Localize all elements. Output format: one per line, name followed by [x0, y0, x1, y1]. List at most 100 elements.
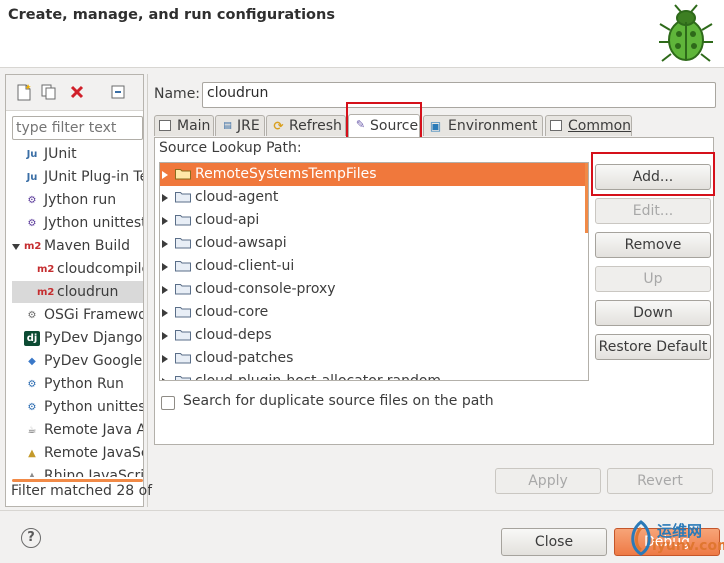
close-button[interactable]: Close — [501, 528, 607, 556]
expand-arrow-icon[interactable] — [162, 263, 168, 271]
junit-icon: Ju — [26, 149, 38, 160]
tree-item-junit-plugin[interactable]: Ju JUnit Plug-in Te — [6, 166, 143, 188]
tab-common[interactable]: Common — [545, 115, 632, 136]
source-lookup-list[interactable]: RemoteSystemsTempFiles cloud-agent cloud… — [159, 162, 589, 381]
list-item-cloud-patches[interactable]: cloud-patches — [160, 347, 588, 370]
list-item-cloud-awsapi[interactable]: cloud-awsapi — [160, 232, 588, 255]
junit-plugin-icon: Ju — [26, 172, 38, 183]
list-item-cloud-agent[interactable]: cloud-agent — [160, 186, 588, 209]
delete-icon[interactable] — [68, 83, 86, 101]
list-item-label: cloud-plugin-host-allocator-random — [195, 373, 442, 381]
osgi-icon: ⚙ — [27, 310, 37, 321]
tree-item-rhino[interactable]: ▲ Rhino JavaScri — [6, 465, 143, 477]
tab-label: Main — [177, 118, 211, 134]
tree-item-label: Remote Java A — [44, 422, 143, 438]
duplicate-icon[interactable] — [40, 83, 58, 101]
list-item-cloud-client-ui[interactable]: cloud-client-ui — [160, 255, 588, 278]
expand-arrow-icon[interactable] — [162, 194, 168, 202]
tree-item-label: Maven Build — [44, 238, 131, 254]
dialog-title: Create, manage, and run configurations — [8, 7, 335, 23]
rhino-icon: ▲ — [28, 471, 36, 477]
python-run-icon: ⚙ — [27, 379, 37, 390]
tree-item-maven-build[interactable]: m2 Maven Build — [6, 235, 143, 257]
maven-icon: m2 — [37, 264, 55, 275]
expand-arrow-icon[interactable] — [162, 286, 168, 294]
list-item-cloud-console-proxy[interactable]: cloud-console-proxy — [160, 278, 588, 301]
tree-item-label: OSGi Framewo — [44, 307, 143, 323]
common-tab-icon — [550, 120, 562, 131]
revert-button[interactable]: Revert — [607, 468, 713, 494]
filter-input[interactable] — [12, 116, 143, 140]
expand-arrow-icon[interactable] — [162, 309, 168, 317]
help-icon[interactable]: ? — [21, 528, 41, 548]
folder-icon — [175, 307, 191, 318]
dialog-footer: ? Close Debug — [0, 510, 724, 563]
folder-icon — [175, 192, 191, 203]
collapse-all-icon[interactable] — [109, 83, 127, 101]
up-button[interactable]: Up — [595, 266, 711, 292]
tab-label: Environment — [448, 118, 538, 134]
vertical-scrollbar[interactable] — [585, 163, 588, 233]
tab-refresh[interactable]: ⟳ Refresh — [266, 115, 346, 136]
remote-javascript-icon: ▲ — [28, 448, 36, 459]
expand-arrow-icon[interactable] — [162, 240, 168, 248]
tree-item-cloudrun[interactable]: m2 cloudrun — [12, 281, 143, 303]
restore-default-button[interactable]: Restore Default — [595, 334, 711, 360]
folder-icon — [175, 330, 191, 341]
tree-item-python-run[interactable]: ⚙ Python Run — [6, 373, 143, 395]
expand-arrow-icon[interactable] — [162, 355, 168, 363]
list-item-label: cloud-console-proxy — [195, 281, 336, 297]
list-item-label: cloud-client-ui — [195, 258, 295, 274]
folder-icon — [175, 353, 191, 364]
remove-button[interactable]: Remove — [595, 232, 711, 258]
folder-icon — [175, 215, 191, 226]
site-watermark: 运维网 iyunv.com — [626, 514, 724, 560]
jython-unittest-icon: ⚙ — [27, 218, 37, 229]
tree-item-label: PyDev Google A — [44, 353, 143, 369]
tab-main[interactable]: Main — [154, 115, 214, 136]
tree-item-pydev-google[interactable]: ◆ PyDev Google A — [6, 350, 143, 372]
expand-arrow-icon[interactable] — [162, 378, 168, 380]
expand-arrow-icon[interactable] — [162, 332, 168, 340]
expanded-arrow-icon[interactable] — [12, 244, 20, 250]
google-app-icon: ◆ — [28, 356, 36, 367]
expand-arrow-icon[interactable] — [162, 217, 168, 225]
tree-item-junit[interactable]: Ju JUnit — [6, 143, 143, 165]
tree-item-osgi[interactable]: ⚙ OSGi Framewo — [6, 304, 143, 326]
edit-button[interactable]: Edit... — [595, 198, 711, 224]
configuration-toolbar — [6, 75, 143, 111]
list-item-cloud-api[interactable]: cloud-api — [160, 209, 588, 232]
jre-tab-icon: ▤ — [223, 121, 232, 131]
tab-label: Common — [568, 118, 632, 134]
tree-item-pydev-django[interactable]: dj PyDev Django — [6, 327, 143, 349]
list-item-remotesystemstempfiles[interactable]: RemoteSystemsTempFiles — [160, 163, 588, 186]
horizontal-scrollbar[interactable] — [12, 479, 143, 482]
folder-icon — [175, 376, 191, 380]
duplicate-search-checkbox[interactable] — [161, 396, 175, 410]
list-item-label: cloud-api — [195, 212, 260, 228]
expand-arrow-icon[interactable] — [162, 171, 168, 179]
tree-item-label: Python Run — [44, 376, 124, 392]
name-label: Name: — [154, 86, 201, 102]
apply-button[interactable]: Apply — [495, 468, 601, 494]
tree-item-remote-java[interactable]: ☕ Remote Java A — [6, 419, 143, 441]
configuration-tree: Ju JUnit Ju JUnit Plug-in Te ⚙ Jython ru… — [6, 143, 143, 477]
tree-item-label: cloudrun — [57, 284, 119, 300]
filter-status-text: Filter matched 28 of — [11, 483, 153, 499]
tree-item-label: Rhino JavaScri — [44, 468, 143, 477]
tree-item-remote-javascript[interactable]: ▲ Remote JavaSc — [6, 442, 143, 464]
tab-label: Refresh — [289, 118, 342, 134]
down-button[interactable]: Down — [595, 300, 711, 326]
django-icon: dj — [24, 331, 40, 346]
name-input[interactable]: cloudrun — [202, 82, 716, 108]
tab-jre[interactable]: ▤ JRE — [215, 115, 265, 136]
list-item-cloud-deps[interactable]: cloud-deps — [160, 324, 588, 347]
tree-item-cloudcompile[interactable]: m2 cloudcompile — [6, 258, 143, 280]
new-configuration-icon[interactable] — [15, 83, 33, 101]
list-item-cloud-core[interactable]: cloud-core — [160, 301, 588, 324]
tab-environment[interactable]: ▣ Environment — [423, 115, 543, 136]
tree-item-python-unittest[interactable]: ⚙ Python unittes — [6, 396, 143, 418]
tree-item-jython-unittest[interactable]: ⚙ Jython unittest — [6, 212, 143, 234]
tree-item-jython-run[interactable]: ⚙ Jython run — [6, 189, 143, 211]
list-item-cloud-plugin-host-allocator-random[interactable]: cloud-plugin-host-allocator-random — [160, 370, 588, 381]
